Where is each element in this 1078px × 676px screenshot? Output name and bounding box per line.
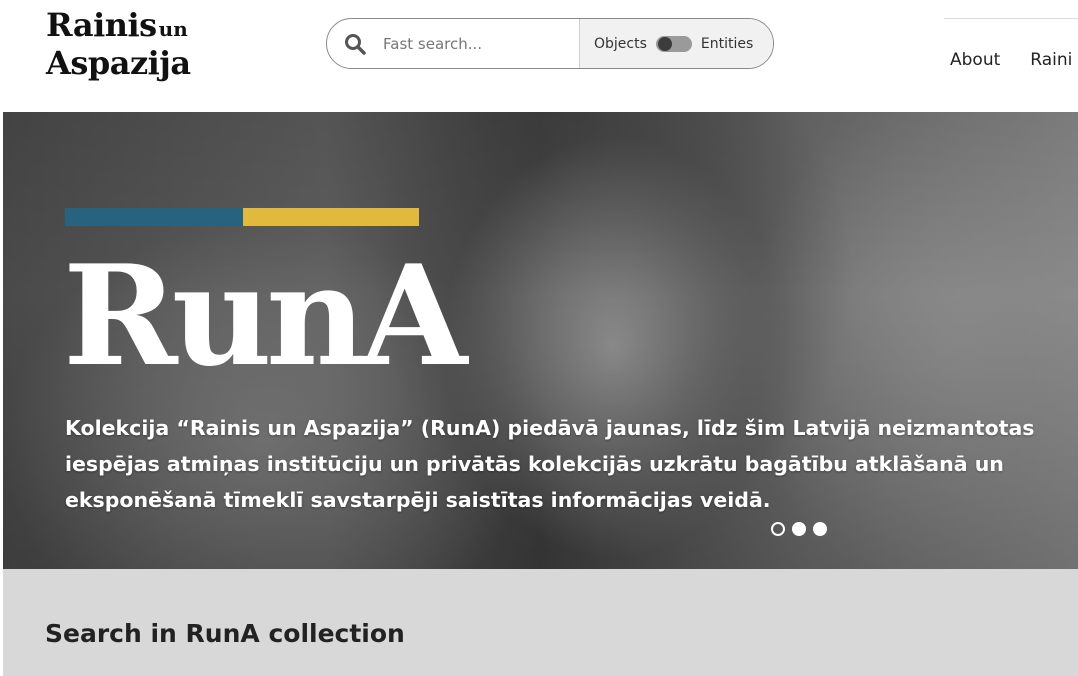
toggle-label-objects[interactable]: Objects xyxy=(594,36,647,52)
carousel-dot-2[interactable] xyxy=(792,522,806,536)
carousel-dot-1[interactable] xyxy=(771,522,785,536)
hero-title: RunA xyxy=(63,234,467,397)
toggle-knob xyxy=(657,36,672,51)
carousel-dot-3[interactable] xyxy=(813,522,827,536)
nav-item-rainis[interactable]: Raini xyxy=(1030,50,1072,70)
site-header: Rainisun Aspazija Objects Entities About… xyxy=(0,0,1078,112)
logo-line1: Rainis xyxy=(46,6,157,44)
search-type-toggle[interactable]: Objects Entities xyxy=(579,19,773,68)
logo-line2: Aspazija xyxy=(46,44,191,82)
site-logo[interactable]: Rainis un Aspazija xyxy=(46,8,191,80)
collection-search-section: Search in RunA collection xyxy=(3,569,1078,676)
main-nav: About Raini xyxy=(950,50,1078,70)
accent-bar-blue xyxy=(65,208,243,226)
accent-bar-yellow xyxy=(243,208,419,226)
carousel-indicators xyxy=(771,522,834,536)
toggle-switch[interactable] xyxy=(655,35,692,52)
nav-item-about[interactable]: About xyxy=(950,50,1000,70)
search-icon[interactable] xyxy=(327,19,383,68)
nav-divider xyxy=(944,18,1078,19)
logo-line1-small: un xyxy=(158,17,188,41)
toggle-label-entities[interactable]: Entities xyxy=(701,36,753,52)
section-title: Search in RunA collection xyxy=(45,619,405,648)
search-input[interactable] xyxy=(383,19,577,68)
hero-banner: RunA Kolekcija “Rainis un Aspazija” (Run… xyxy=(3,112,1078,569)
hero-description: Kolekcija “Rainis un Aspazija” (RunA) pi… xyxy=(65,416,1035,512)
fast-search-box: Objects Entities xyxy=(326,18,774,69)
